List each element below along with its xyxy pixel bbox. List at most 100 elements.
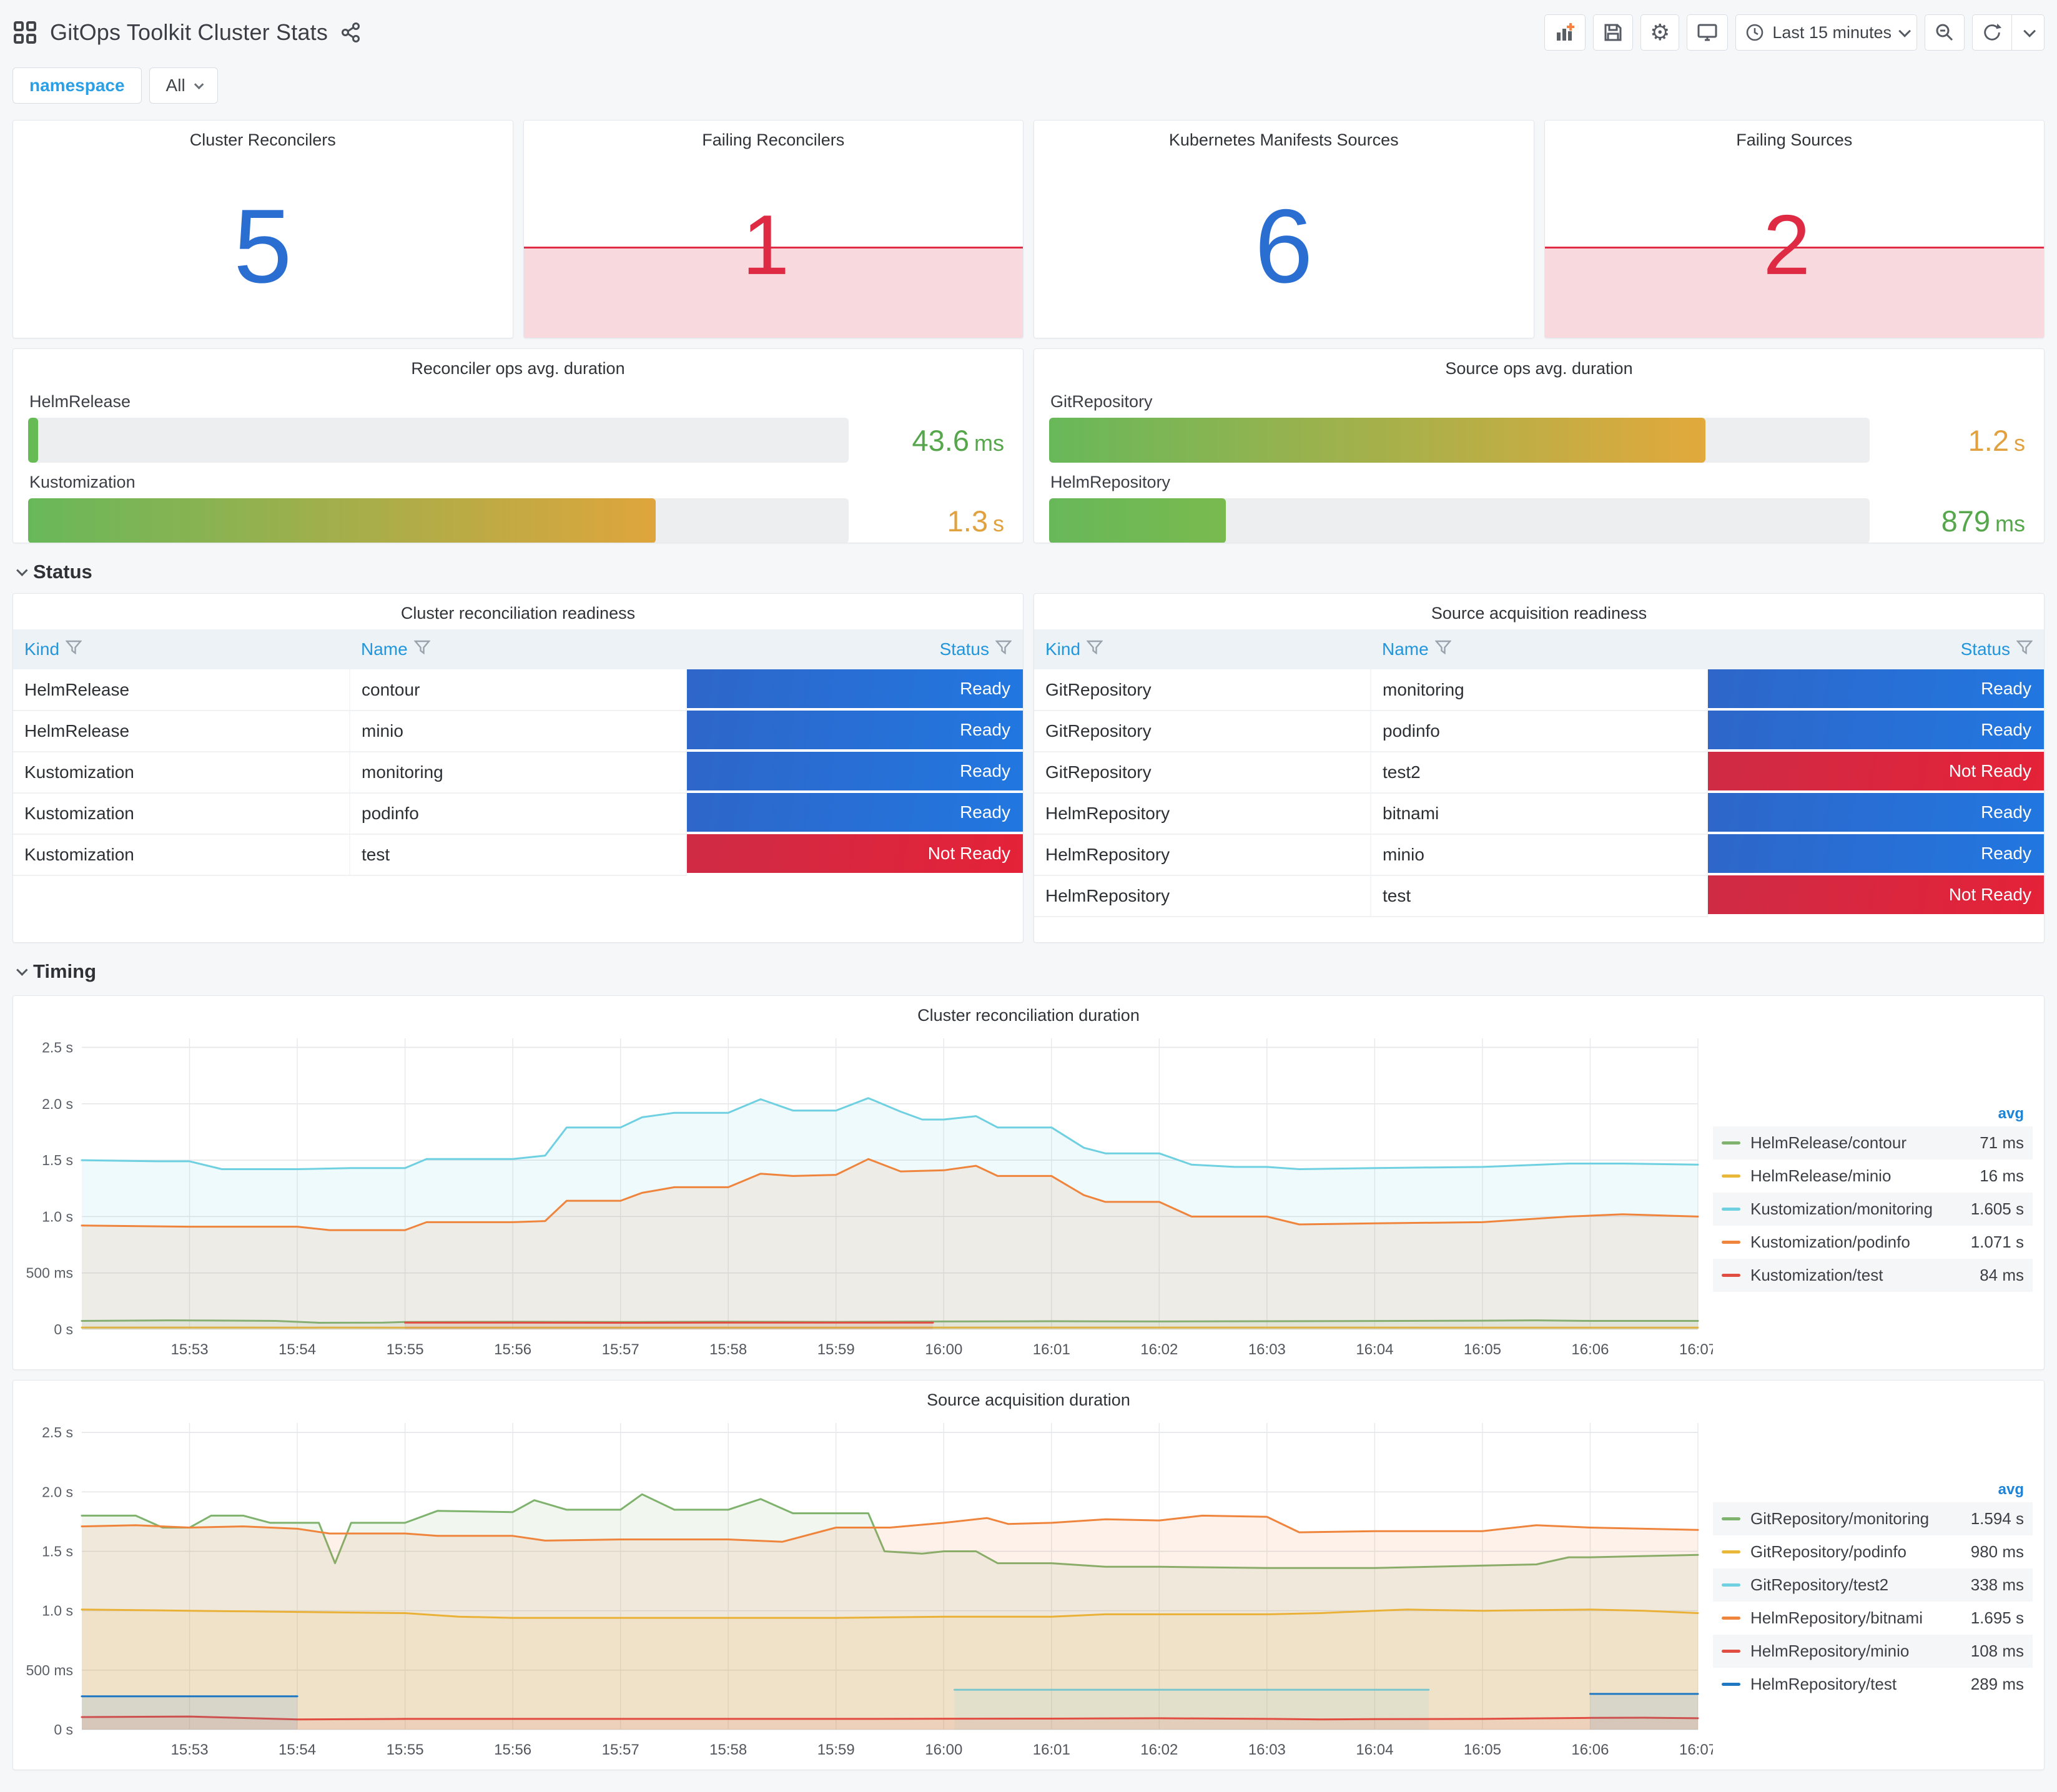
- legend-series-dash: [1722, 1550, 1740, 1553]
- section-status[interactable]: Status: [16, 558, 2045, 586]
- column-header-name[interactable]: Name: [1371, 629, 1707, 669]
- cell-name: podinfo: [350, 793, 687, 835]
- template-variables-row: namespace All: [12, 67, 2045, 104]
- column-header-name[interactable]: Name: [350, 629, 686, 669]
- svg-text:15:56: 15:56: [494, 1341, 531, 1358]
- chevron-down-icon: [194, 79, 204, 89]
- svg-text:16:05: 16:05: [1464, 1741, 1501, 1758]
- svg-text:16:03: 16:03: [1248, 1741, 1286, 1758]
- table-row: Kustomization test Not Ready: [13, 834, 1023, 876]
- column-header-kind[interactable]: Kind: [1034, 629, 1371, 669]
- variable-namespace-value-dropdown[interactable]: All: [149, 67, 218, 104]
- share-icon[interactable]: [340, 22, 362, 43]
- cell-kind: Kustomization: [13, 752, 350, 794]
- panel-title[interactable]: Reconciler ops avg. duration: [13, 349, 1023, 378]
- legend-series-name: HelmRepository/bitnami: [1750, 1608, 1923, 1627]
- panel-title[interactable]: Failing Reconcilers: [524, 121, 1024, 150]
- apps-grid-icon[interactable]: [12, 20, 37, 45]
- cell-kind: GitRepository: [1034, 752, 1371, 794]
- legend-item[interactable]: Kustomization/podinfo 1.071 s: [1713, 1226, 2033, 1259]
- column-header-status[interactable]: Status: [1707, 629, 2044, 669]
- gauge-label: HelmRelease: [29, 392, 131, 411]
- legend-series-avg: 289 ms: [1970, 1674, 2024, 1693]
- status-badge: Not Ready: [1708, 752, 2044, 790]
- panel-title[interactable]: Cluster reconciliation duration: [13, 996, 2044, 1025]
- cell-status: Ready: [1707, 711, 2044, 752]
- chart-body: 0 s 500 ms 1.0 s 1.5 s 2.0 s 2.5 s 15:53 15:54 1…: [19, 1028, 2038, 1364]
- legend-series-dash: [1722, 1141, 1740, 1145]
- svg-text:16:04: 16:04: [1356, 1341, 1393, 1358]
- legend-avg-header[interactable]: avg: [1713, 1477, 2033, 1502]
- legend-item[interactable]: GitRepository/podinfo 980 ms: [1713, 1535, 2033, 1568]
- svg-text:500 ms: 500 ms: [26, 1265, 73, 1281]
- panel-title[interactable]: Failing Sources: [1545, 121, 2045, 150]
- gauge-label: HelmRepository: [1050, 473, 1171, 491]
- time-range-picker[interactable]: Last 15 minutes: [1735, 14, 1917, 51]
- add-panel-button[interactable]: [1544, 14, 1586, 51]
- column-header-status[interactable]: Status: [686, 629, 1023, 669]
- gauge-value: 1.3 s: [849, 504, 1008, 538]
- gauge-value: 879 ms: [1870, 504, 2029, 538]
- stat-value: 2: [1763, 197, 1811, 292]
- gauge-row: 879 ms: [1049, 498, 2029, 543]
- panel-title[interactable]: Source acquisition duration: [13, 1381, 2044, 1410]
- svg-text:16:06: 16:06: [1571, 1341, 1609, 1358]
- section-timing[interactable]: Timing: [16, 958, 2045, 985]
- svg-text:15:58: 15:58: [709, 1741, 747, 1758]
- column-header-kind[interactable]: Kind: [13, 629, 350, 669]
- gauge-track: [1049, 418, 1870, 463]
- filter-funnel-icon[interactable]: [2016, 639, 2033, 660]
- panel-title[interactable]: Kubernetes Manifests Sources: [1034, 121, 1534, 150]
- legend-series-avg: 1.695 s: [1970, 1608, 2024, 1627]
- legend-item[interactable]: HelmRepository/bitnami 1.695 s: [1713, 1602, 2033, 1635]
- refresh-button[interactable]: [1972, 14, 2012, 51]
- timeseries-chart[interactable]: 0 s 500 ms 1.0 s 1.5 s 2.0 s 2.5 s 15:53 15:54 1…: [19, 1028, 1717, 1364]
- legend-item[interactable]: HelmRepository/test 289 ms: [1713, 1668, 2033, 1701]
- svg-text:15:54: 15:54: [279, 1741, 316, 1758]
- svg-text:15:55: 15:55: [387, 1741, 424, 1758]
- gauge-fill: [1049, 418, 1706, 463]
- variable-namespace-label[interactable]: namespace: [12, 67, 142, 104]
- legend-series-avg: 1.594 s: [1970, 1509, 2024, 1528]
- svg-text:16:02: 16:02: [1140, 1741, 1178, 1758]
- legend-series-avg: 108 ms: [1970, 1641, 2024, 1660]
- filter-funnel-icon[interactable]: [1086, 639, 1103, 660]
- legend-item[interactable]: HelmRelease/minio 16 ms: [1713, 1159, 2033, 1193]
- filter-funnel-icon[interactable]: [995, 639, 1012, 660]
- tv-mode-button[interactable]: [1687, 14, 1729, 51]
- timeseries-chart[interactable]: 0 s 500 ms 1.0 s 1.5 s 2.0 s 2.5 s 15:53 15:54 1…: [19, 1413, 1717, 1765]
- dashboard-settings-button[interactable]: ⚙: [1640, 14, 1680, 51]
- legend-item[interactable]: GitRepository/monitoring 1.594 s: [1713, 1502, 2033, 1535]
- status-badge: Ready: [1708, 669, 2044, 708]
- save-dashboard-button[interactable]: [1593, 14, 1634, 51]
- legend-avg-header[interactable]: avg: [1713, 1101, 2033, 1126]
- zoom-out-button[interactable]: [1925, 14, 1965, 51]
- svg-text:16:01: 16:01: [1033, 1741, 1070, 1758]
- svg-text:15:57: 15:57: [602, 1741, 639, 1758]
- refresh-interval-dropdown[interactable]: [2012, 14, 2045, 51]
- svg-text:16:02: 16:02: [1140, 1341, 1178, 1358]
- legend-item[interactable]: GitRepository/test2 338 ms: [1713, 1568, 2033, 1602]
- chart-legend: avg GitRepository/monitoring 1.594 s GitRep…: [1713, 1413, 2038, 1765]
- panel-title[interactable]: Cluster reconciliation readiness: [13, 594, 1023, 623]
- legend-series-name: Kustomization/podinfo: [1750, 1232, 1910, 1251]
- grafana-dashboard: GitOps Toolkit Cluster Stats ⚙ Last 15 m…: [0, 0, 2057, 1792]
- legend-item[interactable]: Kustomization/test 84 ms: [1713, 1258, 2033, 1292]
- cell-kind: HelmRelease: [13, 711, 350, 752]
- chart-plot-area[interactable]: 0 s 500 ms 1.0 s 1.5 s 2.0 s 2.5 s 15:53 15:54 1…: [19, 1028, 1717, 1364]
- chart-plot-area[interactable]: 0 s 500 ms 1.0 s 1.5 s 2.0 s 2.5 s 15:53 15:54 1…: [19, 1413, 1717, 1765]
- legend-item[interactable]: HelmRepository/minio 108 ms: [1713, 1634, 2033, 1668]
- stat-panel: Kubernetes Manifests Sources 6: [1033, 120, 1534, 338]
- filter-funnel-icon[interactable]: [1434, 639, 1452, 660]
- gauge-row: 43.6 ms: [28, 418, 1008, 463]
- legend-item[interactable]: HelmRelease/contour 71 ms: [1713, 1126, 2033, 1159]
- legend-item[interactable]: Kustomization/monitoring 1.605 s: [1713, 1192, 2033, 1226]
- filter-funnel-icon[interactable]: [65, 639, 82, 660]
- legend-rows: GitRepository/monitoring 1.594 s GitReposi…: [1713, 1502, 2033, 1701]
- gauge-value-unit: s: [2014, 430, 2025, 456]
- panel-title[interactable]: Source ops avg. duration: [1034, 349, 2044, 378]
- filter-funnel-icon[interactable]: [413, 639, 431, 660]
- panel-title[interactable]: Cluster Reconcilers: [13, 121, 513, 150]
- panel-title[interactable]: Source acquisition readiness: [1034, 594, 2044, 623]
- status-badge: Ready: [687, 711, 1023, 749]
